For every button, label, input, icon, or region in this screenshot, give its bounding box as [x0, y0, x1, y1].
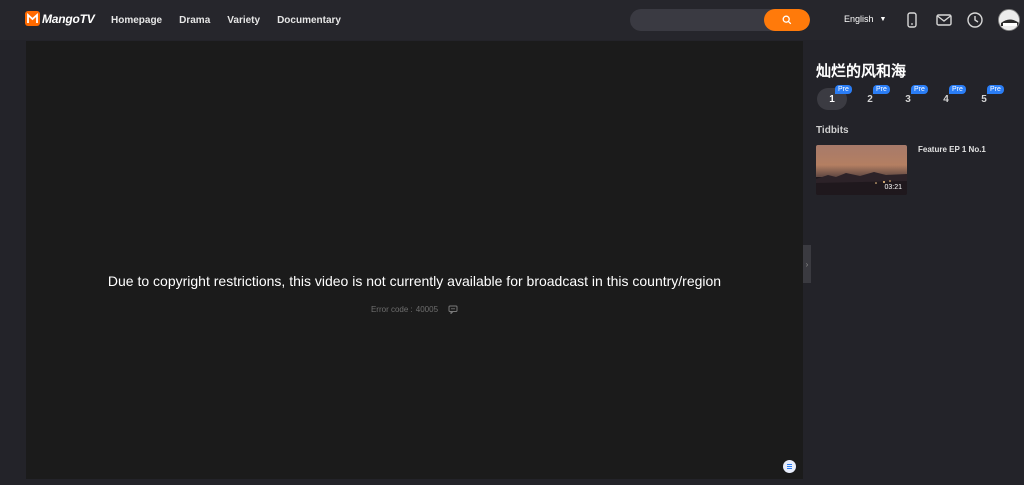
search-icon — [782, 15, 792, 25]
search-button[interactable] — [764, 9, 810, 31]
episode-number: 4 — [943, 94, 949, 105]
mail-icon[interactable] — [935, 11, 953, 29]
tidbit-title[interactable]: Feature EP 1 No.1 — [918, 145, 986, 154]
history-icon[interactable] — [966, 11, 984, 29]
episode-2[interactable]: 2 Pre — [855, 85, 890, 110]
chevron-right-icon: › — [805, 259, 809, 269]
search-box — [630, 9, 810, 31]
caret-down-icon: ▼ — [879, 15, 887, 23]
list-icon — [787, 464, 792, 469]
language-label: English — [844, 14, 874, 24]
feedback-icon[interactable] — [448, 305, 458, 314]
mobile-icon[interactable] — [903, 11, 921, 29]
player-menu-button[interactable] — [783, 460, 796, 473]
episode-1[interactable]: 1 Pre — [817, 85, 852, 110]
pre-badge: Pre — [835, 85, 852, 94]
nav-documentary[interactable]: Documentary — [277, 15, 341, 26]
error-line: Error code : 40005 — [26, 305, 803, 314]
page: MangoTV Homepage Drama Variety Documenta… — [0, 0, 1024, 485]
episode-5[interactable]: 5 Pre — [969, 85, 1004, 110]
tidbits-heading: Tidbits — [816, 125, 849, 136]
episode-4[interactable]: 4 Pre — [931, 85, 966, 110]
pre-badge: Pre — [911, 85, 928, 94]
nav-variety[interactable]: Variety — [227, 15, 260, 26]
pre-badge: Pre — [987, 85, 1004, 94]
tidbit-duration: 03:21 — [884, 184, 902, 191]
episode-number: 3 — [905, 94, 911, 105]
episode-3[interactable]: 3 Pre — [893, 85, 928, 110]
language-selector[interactable]: English ▼ — [844, 14, 886, 24]
video-player[interactable]: Due to copyright restrictions, this vide… — [26, 41, 803, 479]
logo-text: MangoTV — [42, 11, 95, 26]
episode-number: 1 — [829, 94, 835, 105]
episode-number: 2 — [867, 94, 873, 105]
search-input[interactable] — [630, 9, 764, 31]
main-nav: Homepage Drama Variety Documentary — [111, 0, 358, 40]
copyright-message: Due to copyright restrictions, this vide… — [107, 273, 722, 289]
pre-badge: Pre — [949, 85, 966, 94]
nav-homepage[interactable]: Homepage — [111, 15, 162, 26]
pre-badge: Pre — [873, 85, 890, 94]
tidbit-thumbnail[interactable]: 03:21 — [816, 145, 907, 195]
top-header: MangoTV Homepage Drama Variety Documenta… — [0, 0, 1024, 40]
mangotv-logo[interactable]: MangoTV — [25, 11, 95, 26]
avatar[interactable] — [998, 9, 1020, 31]
episode-number: 5 — [981, 94, 987, 105]
series-title: 灿烂的风和海 — [816, 63, 907, 80]
nav-drama[interactable]: Drama — [179, 15, 210, 26]
error-code: 40005 — [415, 305, 439, 314]
error-code-label: Error code : — [370, 305, 413, 314]
mango-logo-icon — [25, 11, 40, 26]
collapse-sidebar-button[interactable]: › — [803, 245, 811, 283]
